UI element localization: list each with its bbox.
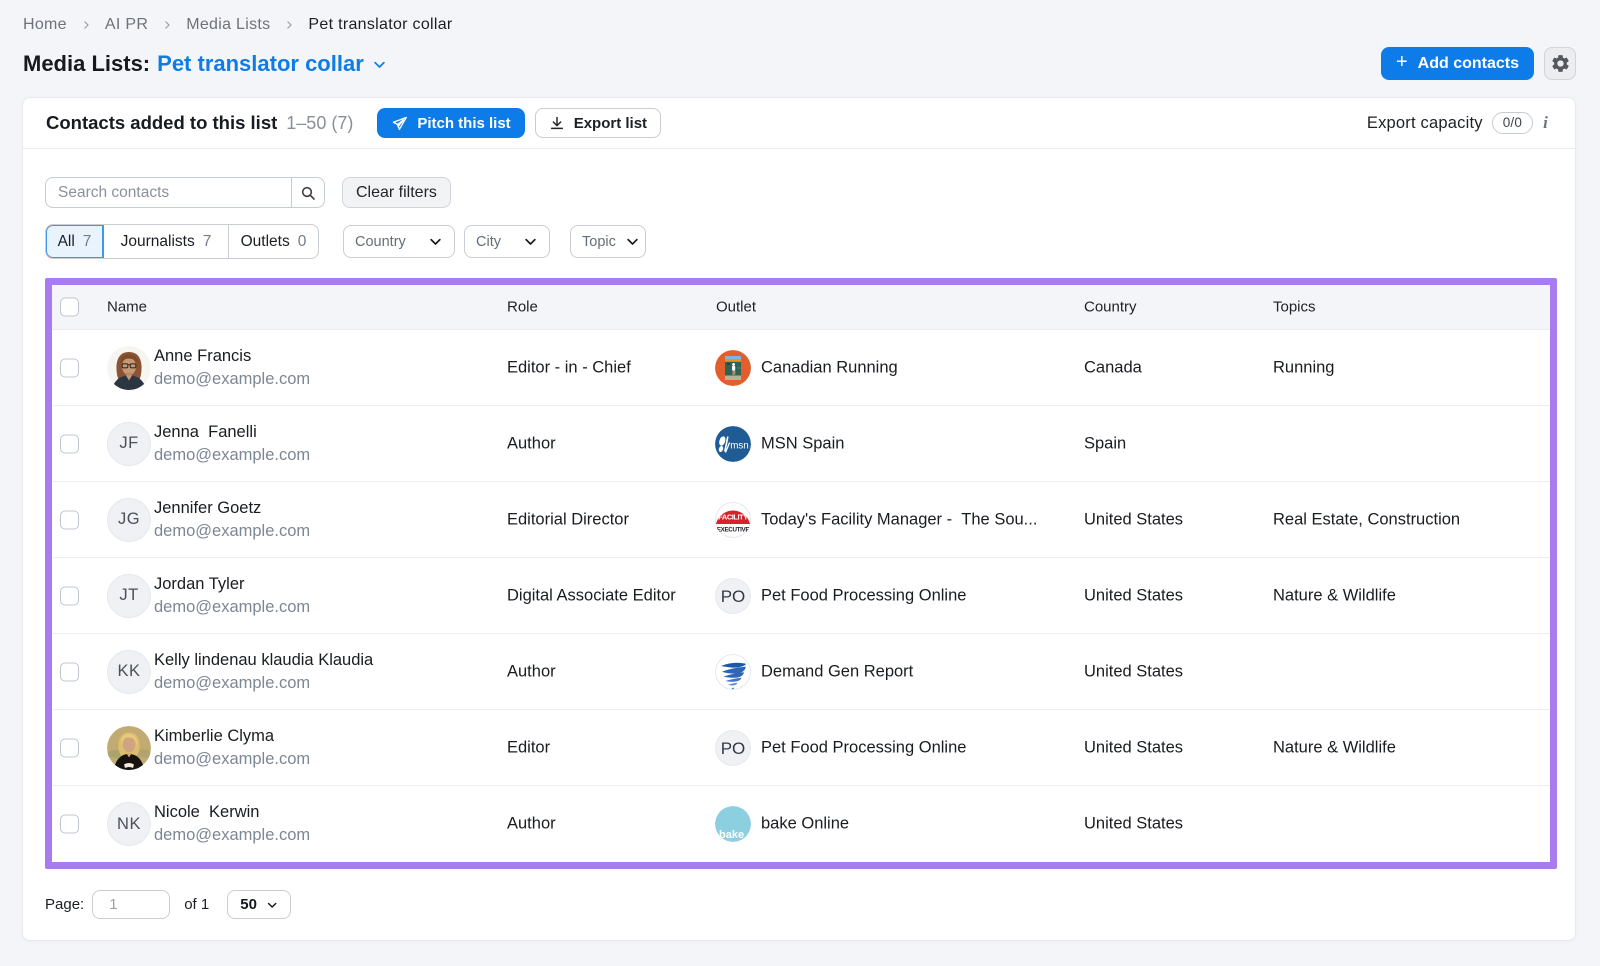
svg-text:bake: bake — [719, 829, 744, 841]
svg-text:msn: msn — [730, 440, 749, 451]
svg-text:FACILITY: FACILITY — [718, 512, 748, 521]
svg-text:PO: PO — [721, 739, 746, 758]
svg-text:PO: PO — [721, 587, 746, 606]
svg-text:EXECUTIVE: EXECUTIVE — [717, 526, 750, 533]
